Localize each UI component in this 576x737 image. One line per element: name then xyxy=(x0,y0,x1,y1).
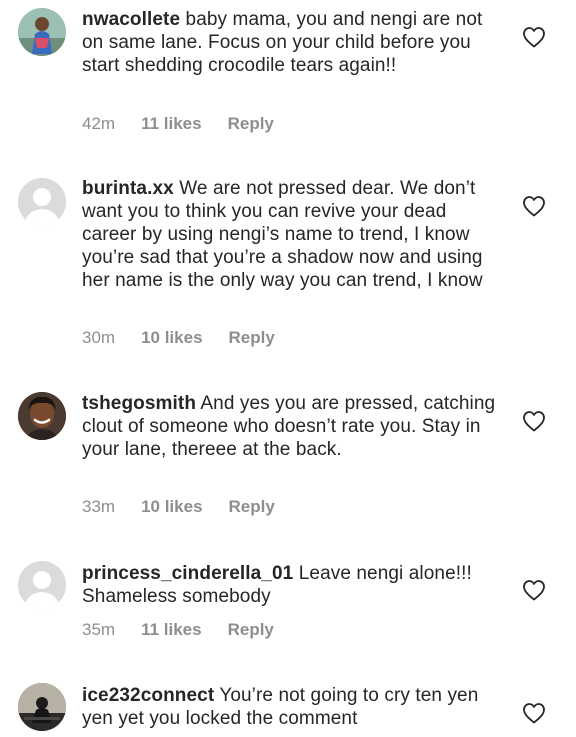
comment-time: 42m xyxy=(82,114,116,133)
comment-meta: 35m 11 likes Reply xyxy=(82,620,274,640)
reply-button[interactable]: Reply xyxy=(228,114,274,134)
comment-text: nwacollete baby mama, you and nengi are … xyxy=(82,8,502,77)
comment-username[interactable]: nwacollete xyxy=(82,9,180,30)
comment-likes[interactable]: 10 likes xyxy=(141,328,202,348)
user-photo-icon xyxy=(18,683,66,731)
user-photo-icon xyxy=(18,8,66,56)
comment-meta: 42m 11 likes Reply xyxy=(82,114,274,134)
heart-icon[interactable] xyxy=(522,702,546,724)
comment-meta: 30m 10 likes Reply xyxy=(82,328,275,348)
heart-icon[interactable] xyxy=(522,26,546,48)
reply-button[interactable]: Reply xyxy=(229,328,275,348)
heart-icon[interactable] xyxy=(522,410,546,432)
comment-text: princess_cinderella_01 Leave nengi alone… xyxy=(82,562,502,608)
avatar[interactable] xyxy=(18,8,66,56)
user-photo-icon xyxy=(18,392,66,440)
comment-username[interactable]: ice232connect xyxy=(82,685,214,706)
default-avatar-icon xyxy=(18,178,66,226)
comment-time: 33m xyxy=(82,497,116,516)
comment-username[interactable]: tshegosmith xyxy=(82,393,196,414)
comment-likes[interactable]: 11 likes xyxy=(141,620,202,640)
reply-button[interactable]: Reply xyxy=(229,497,275,517)
comment-likes[interactable]: 11 likes xyxy=(141,114,202,134)
reply-button[interactable]: Reply xyxy=(228,620,274,640)
comment-text: burinta.xx We are not pressed dear. We d… xyxy=(82,177,502,292)
comment-likes[interactable]: 10 likes xyxy=(141,497,202,517)
avatar[interactable] xyxy=(18,561,66,609)
comment-text: tshegosmith And yes you are pressed, cat… xyxy=(82,392,502,461)
avatar[interactable] xyxy=(18,683,66,731)
avatar[interactable] xyxy=(18,392,66,440)
comment-text: ice232connect You’re not going to cry te… xyxy=(82,684,502,730)
comment-username[interactable]: burinta.xx xyxy=(82,178,174,199)
default-avatar-icon xyxy=(18,561,66,609)
heart-icon[interactable] xyxy=(522,579,546,601)
heart-icon[interactable] xyxy=(522,195,546,217)
avatar[interactable] xyxy=(18,178,66,226)
comment-username[interactable]: princess_cinderella_01 xyxy=(82,563,293,584)
comment-meta: 33m 10 likes Reply xyxy=(82,497,275,517)
comment-time: 30m xyxy=(82,328,116,347)
comment-time: 35m xyxy=(82,620,116,639)
